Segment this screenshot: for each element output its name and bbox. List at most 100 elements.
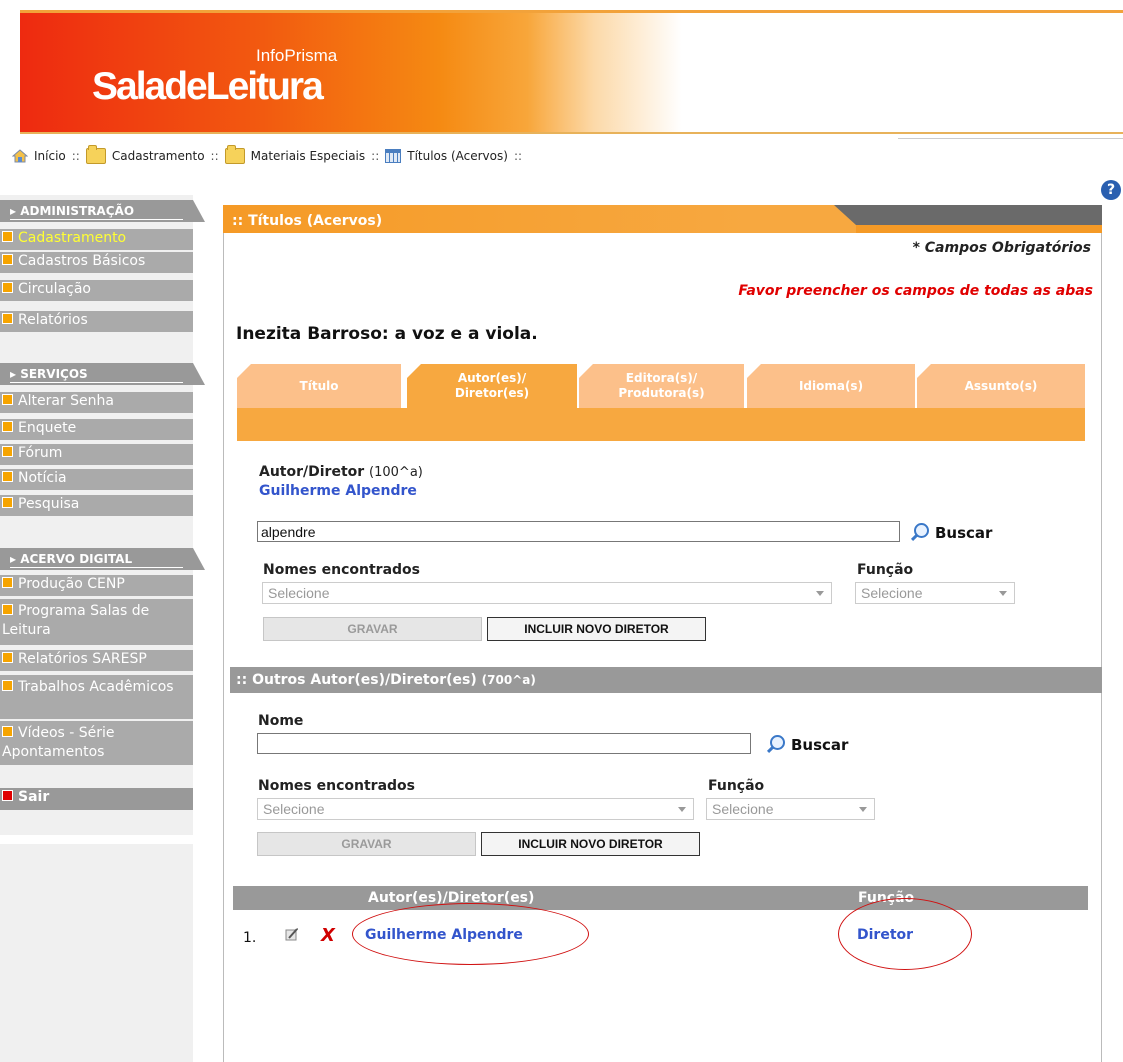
selected-author-link[interactable]: Guilherme Alpendre [259,483,417,499]
other-add-director-button[interactable]: INCLUIR NOVO DIRETOR [481,832,700,856]
bullet-icon [2,680,13,691]
other-author-search-button[interactable]: Buscar [765,735,848,755]
section-title: ACERVO DIGITAL [20,552,133,566]
sidebar-item-noticia[interactable]: Notícia [0,469,193,490]
delete-icon[interactable]: X [321,925,335,946]
row-number: 1. [243,930,257,946]
sidebar-item-relatorios-saresp[interactable]: Relatórios SARESP [0,650,193,671]
magnifier-icon [765,735,785,755]
sidebar-item-label: Sair [18,789,50,805]
sidebar-item-label: Notícia [18,470,67,486]
sidebar-item-producao-cenp[interactable]: Produção CENP [0,575,193,596]
exit-bullet-icon [2,790,13,801]
tab-assuntos[interactable]: Assunto(s) [917,364,1085,408]
name-label: Nome [258,713,304,729]
tab-label-line2: Diretor(es) [454,386,530,400]
folder-icon [85,145,106,164]
sidebar-item-label: Cadastros Básicos [18,253,146,269]
panel-header-strip [856,225,1102,233]
select-value: Selecione [268,585,330,601]
panel-header-tab [834,205,1102,225]
add-director-button[interactable]: INCLUIR NOVO DIRETOR [487,617,706,641]
help-icon[interactable]: ? [1101,180,1121,200]
names-found-select[interactable]: Selecione [262,582,832,604]
bullet-icon [2,726,13,737]
sidebar-item-programa-salas[interactable]: Programa Salas de Leitura [0,599,193,645]
breadcrumb-separator: :: [210,149,219,163]
search-label: Buscar [935,524,993,542]
select-value: Selecione [263,801,325,817]
results-header: Autor(es)/Diretor(es) Função [233,886,1088,910]
breadcrumb-item-cadastramento[interactable]: Cadastramento [112,149,205,163]
topbar-right [898,138,1123,174]
breadcrumb-separator: :: [513,149,523,163]
bullet-icon [2,471,13,482]
other-author-name-input[interactable] [257,733,751,754]
sidebar-item-label: Trabalhos Acadêmicos [18,679,174,695]
tab-editoras[interactable]: Editora(s)/Produtora(s) [579,364,744,408]
function-label: Função [857,562,914,578]
author-search-input[interactable]: alpendre [257,521,900,542]
annotation-ellipse-function [838,898,972,970]
sidebar-item-trabalhos-academicos[interactable]: Trabalhos Acadêmicos [0,675,193,719]
sidebar-item-circulacao[interactable]: Circulação [0,280,193,301]
other-names-found-select[interactable]: Selecione [257,798,694,820]
chevron-down-icon [859,807,867,812]
tab-label: Título [299,378,339,393]
other-authors-header: :: Outros Autor(es)/Diretor(es) (700^a) [230,667,1102,693]
tab-content-bar [237,408,1085,441]
chevron-down-icon [999,591,1007,596]
sidebar-item-label: Alterar Senha [18,393,114,409]
function-select[interactable]: Selecione [855,582,1015,604]
bullet-icon [2,604,13,615]
chevron-down-icon [678,807,686,812]
other-function-select[interactable]: Selecione [706,798,875,820]
bullet-icon [2,313,13,324]
tab-titulo[interactable]: Título [237,364,401,408]
sidebar-item-label: Circulação [18,281,91,297]
select-value: Selecione [861,585,923,601]
tab-idiomas[interactable]: Idioma(s) [747,364,915,408]
sidebar-item-label: Relatórios SARESP [18,651,147,667]
sidebar-item-relatorios[interactable]: Relatórios [0,311,193,332]
sidebar-divider [0,835,193,844]
breadcrumb-item-materiais[interactable]: Materiais Especiais [251,149,366,163]
breadcrumb-item-titulos: Títulos (Acervos) [407,149,508,163]
sidebar-item-cadastramento[interactable]: Cadastramento [0,229,193,250]
sidebar-item-forum[interactable]: Fórum [0,444,193,465]
tab-label-line2: Produtora(s) [618,386,705,400]
breadcrumb: Início :: Cadastramento :: Materiais Esp… [12,145,523,164]
edit-icon[interactable] [285,927,299,941]
sidebar-item-label: Enquete [18,420,77,436]
sidebar-section-administracao: ▸ ADMINISTRAÇÃO [0,200,205,222]
sidebar-item-label: Fórum [18,445,63,461]
breadcrumb-separator: :: [71,149,80,163]
tab-autores[interactable]: Autor(es)/Diretor(es) [407,364,577,408]
sidebar-item-videos[interactable]: Vídeos - Série Apontamentos [0,721,193,765]
sidebar-item-label: Programa Salas de Leitura [2,603,150,638]
save-button[interactable]: GRAVAR [263,617,482,641]
author-search-button[interactable]: Buscar [909,523,992,543]
sidebar-section-servicos: ▸ SERVIÇOS [0,363,205,385]
sidebar-item-alterar-senha[interactable]: Alterar Senha [0,392,193,413]
sidebar-item-cadastros-basicos[interactable]: Cadastros Básicos [0,252,193,273]
section-title: SERVIÇOS [20,367,88,381]
sidebar-item-label: Cadastramento [18,230,127,246]
sidebar-item-pesquisa[interactable]: Pesquisa [0,495,193,516]
sidebar-item-sair[interactable]: Sair [0,788,193,810]
breadcrumb-item-inicio[interactable]: Início [34,149,66,163]
bullet-icon [2,577,13,588]
sidebar-section-acervo-digital: ▸ ACERVO DIGITAL [0,548,205,570]
sidebar-item-enquete[interactable]: Enquete [0,419,193,440]
annotation-ellipse-author [352,903,589,965]
author-label-code: (100^a) [369,465,423,480]
home-icon [12,149,28,163]
sidebar-item-label: Vídeos - Série Apontamentos [2,725,115,760]
breadcrumb-separator: :: [371,149,380,163]
section-title: ADMINISTRAÇÃO [20,204,135,218]
other-function-label: Função [708,778,765,794]
bullet-icon [2,231,13,242]
tab-label: Autor(es)/ [457,371,527,385]
other-save-button[interactable]: GRAVAR [257,832,476,856]
sidebar-item-label: Produção CENP [18,576,125,592]
